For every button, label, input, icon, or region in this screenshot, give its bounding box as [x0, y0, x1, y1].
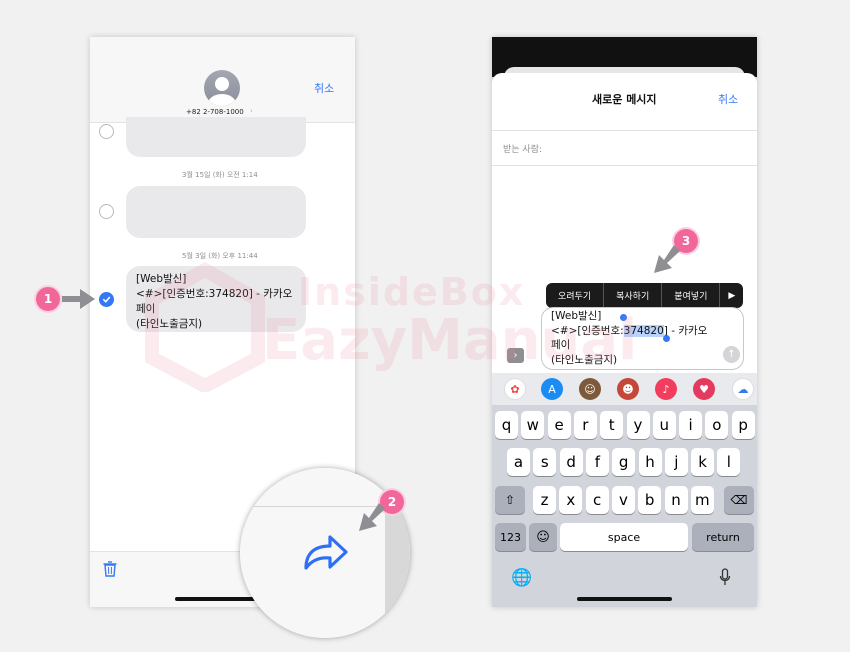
- key-u[interactable]: u: [652, 411, 676, 439]
- contact-number[interactable]: +82 2-708-1000: [186, 108, 244, 116]
- return-key[interactable]: return: [692, 523, 754, 551]
- key-y[interactable]: y: [626, 411, 650, 439]
- key-o[interactable]: o: [705, 411, 729, 439]
- key-g[interactable]: g: [612, 448, 636, 476]
- chevron-right-icon: ›: [250, 107, 253, 115]
- key-i[interactable]: i: [679, 411, 703, 439]
- step-marker-1: 1: [36, 287, 60, 311]
- header-divider: [492, 130, 757, 131]
- music-app-icon[interactable]: ♪: [655, 378, 677, 400]
- microphone-icon[interactable]: [719, 568, 731, 586]
- message-bubble-1[interactable]: [126, 117, 306, 157]
- message-bubble-2[interactable]: [126, 186, 306, 238]
- select-radio-2[interactable]: [99, 204, 114, 219]
- key-k[interactable]: k: [691, 448, 715, 476]
- edit-menu: 오려두기 복사하기 붙여넣기 ▶: [546, 283, 743, 308]
- menu-cut[interactable]: 오려두기: [546, 283, 605, 308]
- watermark-logo-icon: [145, 262, 265, 392]
- forward-share-icon[interactable]: [300, 530, 350, 574]
- key-d[interactable]: d: [559, 448, 583, 476]
- avatar-head: [215, 77, 229, 91]
- key-z[interactable]: z: [533, 486, 556, 514]
- menu-paste[interactable]: 붙여넣기: [662, 283, 721, 308]
- cloud-app-icon[interactable]: ☁: [732, 378, 754, 400]
- key-m[interactable]: m: [690, 486, 714, 514]
- key-q[interactable]: q: [495, 411, 518, 439]
- globe-icon[interactable]: 🌐: [511, 568, 532, 588]
- recipient-label[interactable]: 받는 사람:: [503, 142, 542, 155]
- key-b[interactable]: b: [638, 486, 662, 514]
- emoji-key[interactable]: ☺: [529, 523, 557, 551]
- menu-copy[interactable]: 복사하기: [604, 283, 663, 308]
- step-1-arrow-icon: [62, 289, 95, 309]
- key-p[interactable]: p: [731, 411, 755, 439]
- space-key[interactable]: space: [560, 523, 688, 551]
- key-n[interactable]: n: [664, 486, 688, 514]
- photos-app-icon[interactable]: ✿: [504, 378, 526, 400]
- trash-icon[interactable]: [102, 560, 118, 578]
- select-radio-3-checked[interactable]: [99, 292, 114, 307]
- animoji-icon[interactable]: ☻: [617, 378, 639, 400]
- cancel-button[interactable]: 취소: [314, 80, 334, 96]
- key-w[interactable]: w: [521, 411, 545, 439]
- key-s[interactable]: s: [533, 448, 557, 476]
- compose-title: 새로운 메시지: [592, 93, 657, 106]
- shift-key[interactable]: ⇧: [495, 486, 525, 514]
- digital-touch-icon[interactable]: ♥: [693, 378, 715, 400]
- key-j[interactable]: j: [664, 448, 688, 476]
- key-h[interactable]: h: [638, 448, 662, 476]
- key-e[interactable]: e: [547, 411, 571, 439]
- compose-line-2-post: ] - 카카오: [663, 324, 708, 337]
- delete-key[interactable]: ⌫: [724, 486, 754, 514]
- key-x[interactable]: x: [559, 486, 583, 514]
- step-2-arrow-icon: [359, 503, 385, 531]
- timestamp-1: 3월 15일 (화) 오전 1:14: [182, 171, 258, 179]
- recipient-divider: [492, 165, 757, 166]
- key-f[interactable]: f: [585, 448, 609, 476]
- avatar-body: [208, 94, 236, 106]
- key-c[interactable]: c: [585, 486, 609, 514]
- menu-more-icon[interactable]: ▶: [720, 291, 735, 301]
- timestamp-2: 5월 3일 (화) 오후 11:44: [182, 252, 258, 260]
- key-v[interactable]: v: [611, 486, 635, 514]
- key-r[interactable]: r: [573, 411, 597, 439]
- select-radio-1[interactable]: [99, 124, 114, 139]
- checkmark-icon: [102, 296, 111, 303]
- key-a[interactable]: a: [507, 448, 530, 476]
- selection-handle-end[interactable]: [663, 335, 670, 342]
- send-button[interactable]: ↑: [723, 346, 740, 363]
- numbers-key[interactable]: 123: [495, 523, 526, 551]
- memoji-icon[interactable]: ☺: [579, 378, 601, 400]
- compose-cancel-button[interactable]: 취소: [718, 91, 738, 107]
- contact-avatar[interactable]: [204, 70, 240, 106]
- key-t[interactable]: t: [600, 411, 624, 439]
- key-l[interactable]: l: [717, 448, 741, 476]
- app-store-icon[interactable]: A: [541, 378, 563, 400]
- watermark-line-2: EazyManual: [262, 308, 638, 373]
- step-3-arrow-icon: [654, 245, 680, 273]
- home-indicator-right: [577, 597, 672, 601]
